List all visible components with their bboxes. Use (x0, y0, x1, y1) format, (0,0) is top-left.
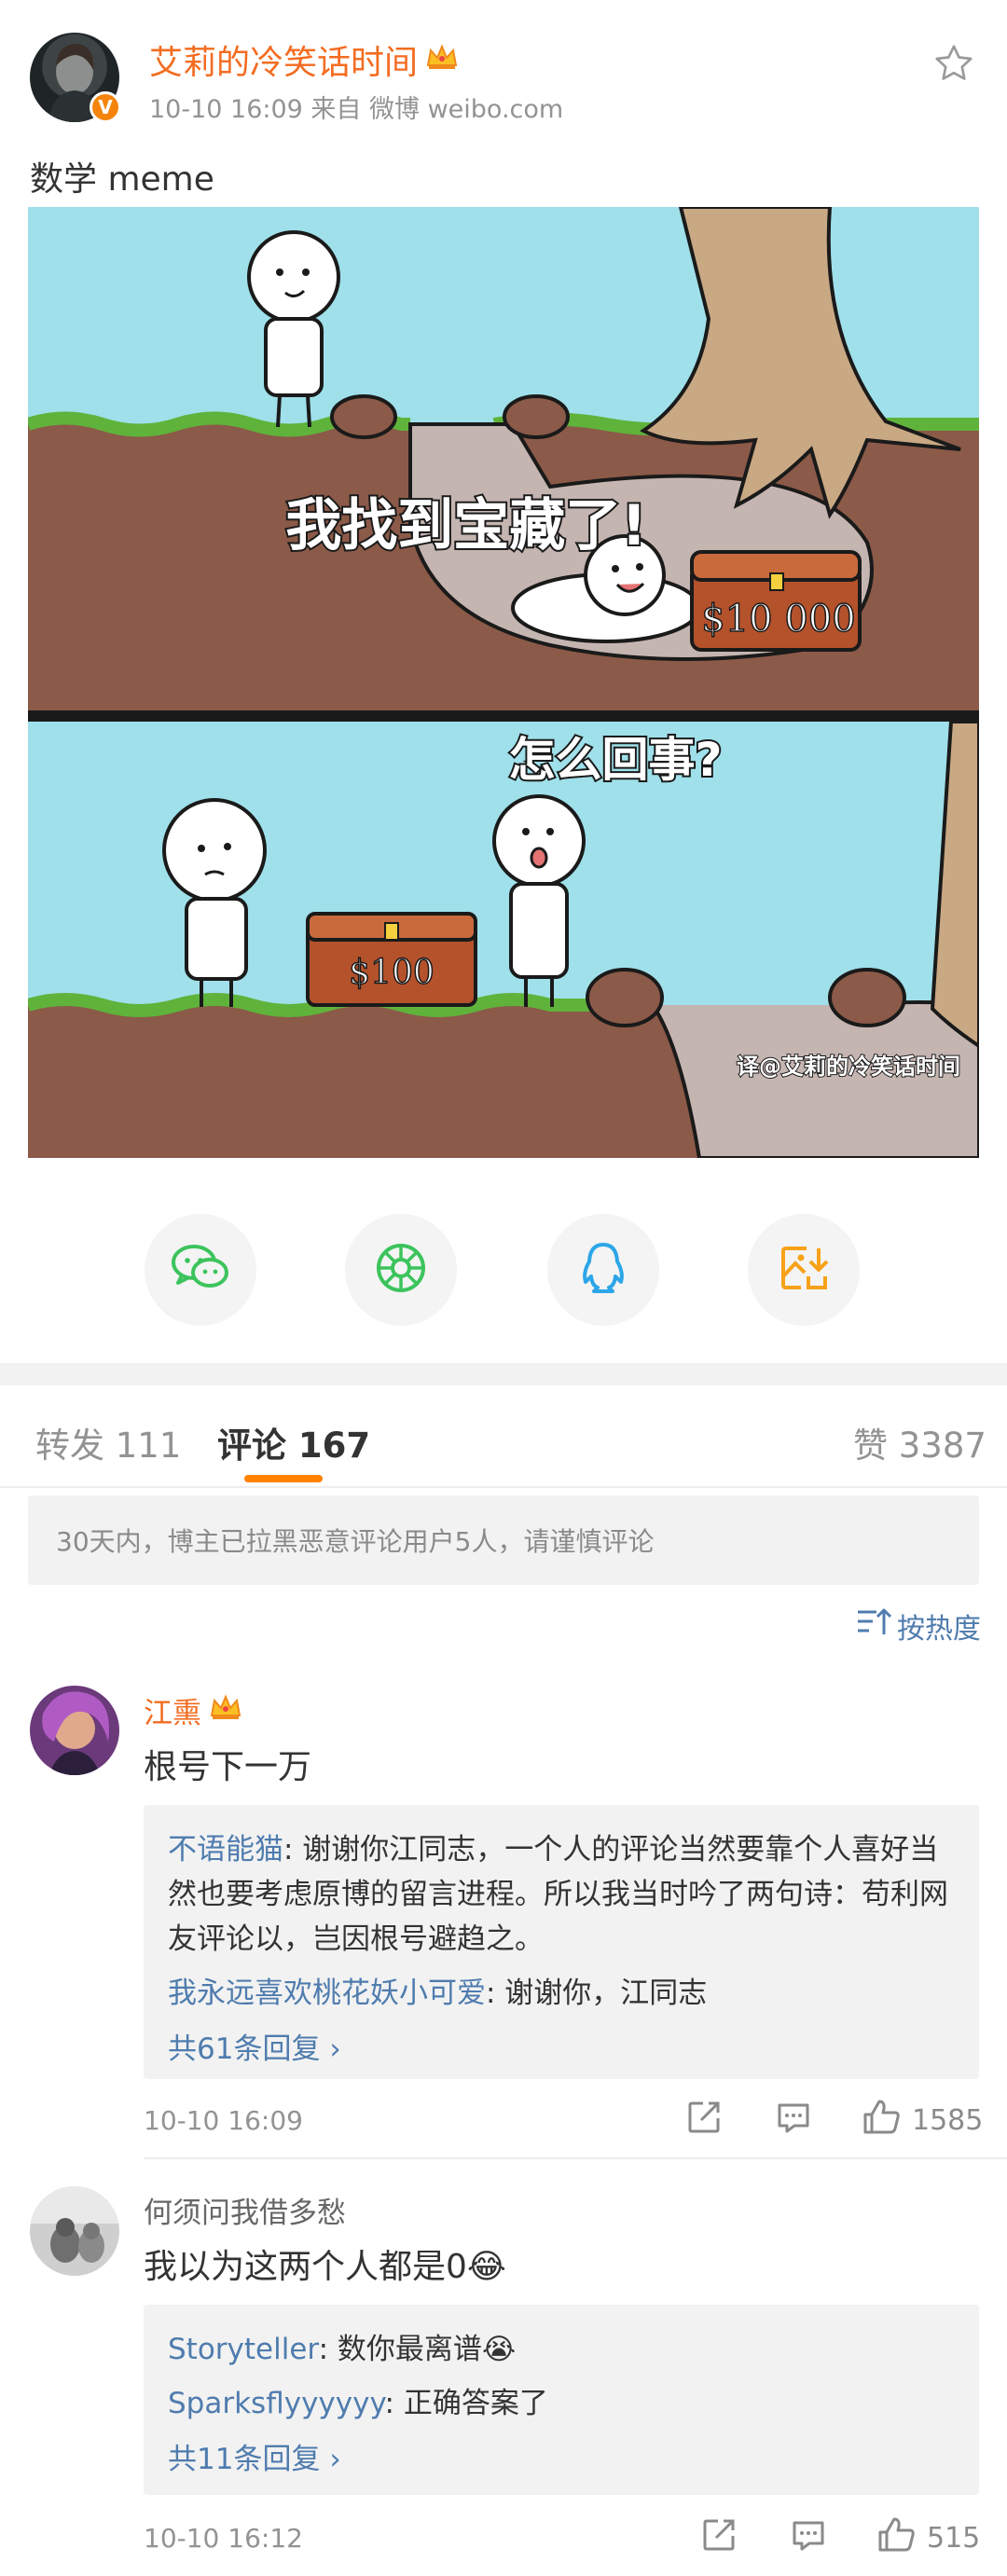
reply-item[interactable]: 我永远喜欢桃花妖小可爱: 谢谢你，江同志 (168, 1971, 955, 2016)
share-moments-button[interactable] (345, 1214, 457, 1326)
comment-avatar[interactable] (30, 2186, 119, 2276)
reply-text: : 正确答案了 (384, 2387, 548, 2420)
sort-label: 按热度 (897, 1613, 981, 1646)
panel1-caption: 我找到宝藏了! (285, 493, 646, 558)
like-comment-button[interactable]: 515 (876, 2515, 980, 2560)
reply-comment-button[interactable] (791, 2517, 826, 2560)
comment-avatar[interactable] (30, 1686, 119, 1775)
comment-text-row: 我以为这两个人都是0😂 (144, 2239, 506, 2288)
author-name-row[interactable]: 艾莉的冷笑话时间 (149, 35, 459, 84)
panel2-chest-label: $100 (349, 954, 435, 992)
chevron-right-icon: › (329, 2443, 341, 2476)
image-watermark: 译@艾莉的冷笑话时间 (737, 1054, 960, 1080)
post-image[interactable]: $10 000 我找到宝藏了! $100 怎么回事? 译@艾莉的冷笑话时间 (28, 207, 979, 1158)
comment-time: 10-10 16:12 (144, 2523, 303, 2554)
crown-icon (425, 41, 459, 79)
moments-icon (374, 1241, 428, 1299)
comment-icon (791, 2517, 826, 2560)
active-tab-indicator (244, 1475, 323, 1482)
reply-text: : 谢谢你，江同志 (486, 1977, 708, 2010)
comment-divider (144, 2157, 1007, 2159)
save-image-button[interactable] (748, 1214, 860, 1326)
comment-text: 我以为这两个人都是0 (144, 2248, 467, 2286)
crying-emoji: 😭 (481, 2333, 517, 2366)
share-comment-button[interactable] (686, 2100, 722, 2142)
tab-repost[interactable]: 转发 111 (35, 1417, 181, 1467)
reply-item[interactable]: Storyteller: 数你最离谱😭 (168, 2327, 955, 2372)
share-icon (701, 2517, 737, 2560)
thumbs-up-icon (862, 2098, 901, 2142)
tab-like[interactable]: 赞 3387 (853, 1417, 986, 1467)
reply-text: : 数你最离谱 (318, 2333, 482, 2366)
share-qq-button[interactable] (547, 1214, 659, 1326)
qq-icon (579, 1241, 628, 1299)
reply-item[interactable]: 不语能猫: 谢谢你江同志，一个人的评论当然要靠个人喜好当然也要考虑原博的留言进程… (168, 1827, 955, 1962)
comment-author-row[interactable]: 江熏 (144, 1689, 242, 1731)
save-image-icon (779, 1243, 829, 1297)
comment-icon (776, 2100, 811, 2142)
panel1-chest-label: $10 000 (701, 598, 855, 641)
reply-user[interactable]: Storyteller (168, 2333, 319, 2366)
comment-time: 10-10 16:09 (144, 2105, 303, 2136)
reply-user[interactable]: Sparksflyyyyyy (168, 2387, 385, 2420)
reply-item[interactable]: Sparksflyyyyyy: 正确答案了 (168, 2381, 955, 2426)
reply-user[interactable]: 我永远喜欢桃花妖小可爱 (168, 1977, 486, 2010)
comment-author[interactable]: 江熏 (144, 1689, 201, 1731)
comment-author[interactable]: 何须问我借多愁 (144, 2189, 346, 2231)
crown-icon (209, 1693, 242, 1729)
wechat-icon (171, 1242, 230, 1298)
more-replies-link[interactable]: 共61条回复 › (168, 2025, 955, 2067)
reply-comment-button[interactable] (776, 2100, 811, 2142)
reply-user[interactable]: 不语能猫 (168, 1833, 283, 1867)
star-icon[interactable] (932, 42, 975, 85)
sort-button[interactable]: 按热度 (856, 1605, 981, 1646)
share-icon (686, 2100, 722, 2142)
tabs-divider (0, 1486, 1007, 1488)
author-name[interactable]: 艾莉的冷笑话时间 (149, 35, 418, 84)
tab-comment[interactable]: 评论 167 (217, 1417, 370, 1467)
post-meta: 10-10 16:09 来自 微博 weibo.com (149, 95, 564, 124)
laugh-cry-emoji: 😂 (466, 2248, 506, 2286)
comment-text: 根号下一万 (144, 1748, 312, 1786)
panel2-caption: 怎么回事? (508, 733, 722, 787)
notice-banner: 30天内，博主已拉黑恶意评论用户5人，请谨慎评论 (28, 1495, 979, 1585)
like-comment-button[interactable]: 1585 (862, 2098, 983, 2142)
section-separator (0, 1363, 1007, 1385)
reply-box[interactable]: Storyteller: 数你最离谱😭 Sparksflyyyyyy: 正确答案… (144, 2305, 979, 2495)
sort-icon (856, 1606, 892, 1646)
share-wechat-button[interactable] (145, 1214, 256, 1326)
post-text: 数学 meme (30, 160, 214, 199)
verified-badge: V (90, 91, 121, 123)
reply-text: : 谢谢你江同志，一个人的评论当然要靠个人喜好当然也要考虑原博的留言进程。所以我… (168, 1833, 948, 1956)
like-count: 1585 (912, 2103, 984, 2137)
more-replies-link[interactable]: 共11条回复 › (168, 2435, 955, 2477)
thumbs-up-icon (876, 2515, 916, 2560)
chevron-right-icon: › (329, 2032, 341, 2066)
reply-box[interactable]: 不语能猫: 谢谢你江同志，一个人的评论当然要靠个人喜好当然也要考虑原博的留言进程… (144, 1805, 979, 2079)
like-count: 515 (927, 2521, 981, 2555)
share-comment-button[interactable] (701, 2517, 737, 2560)
